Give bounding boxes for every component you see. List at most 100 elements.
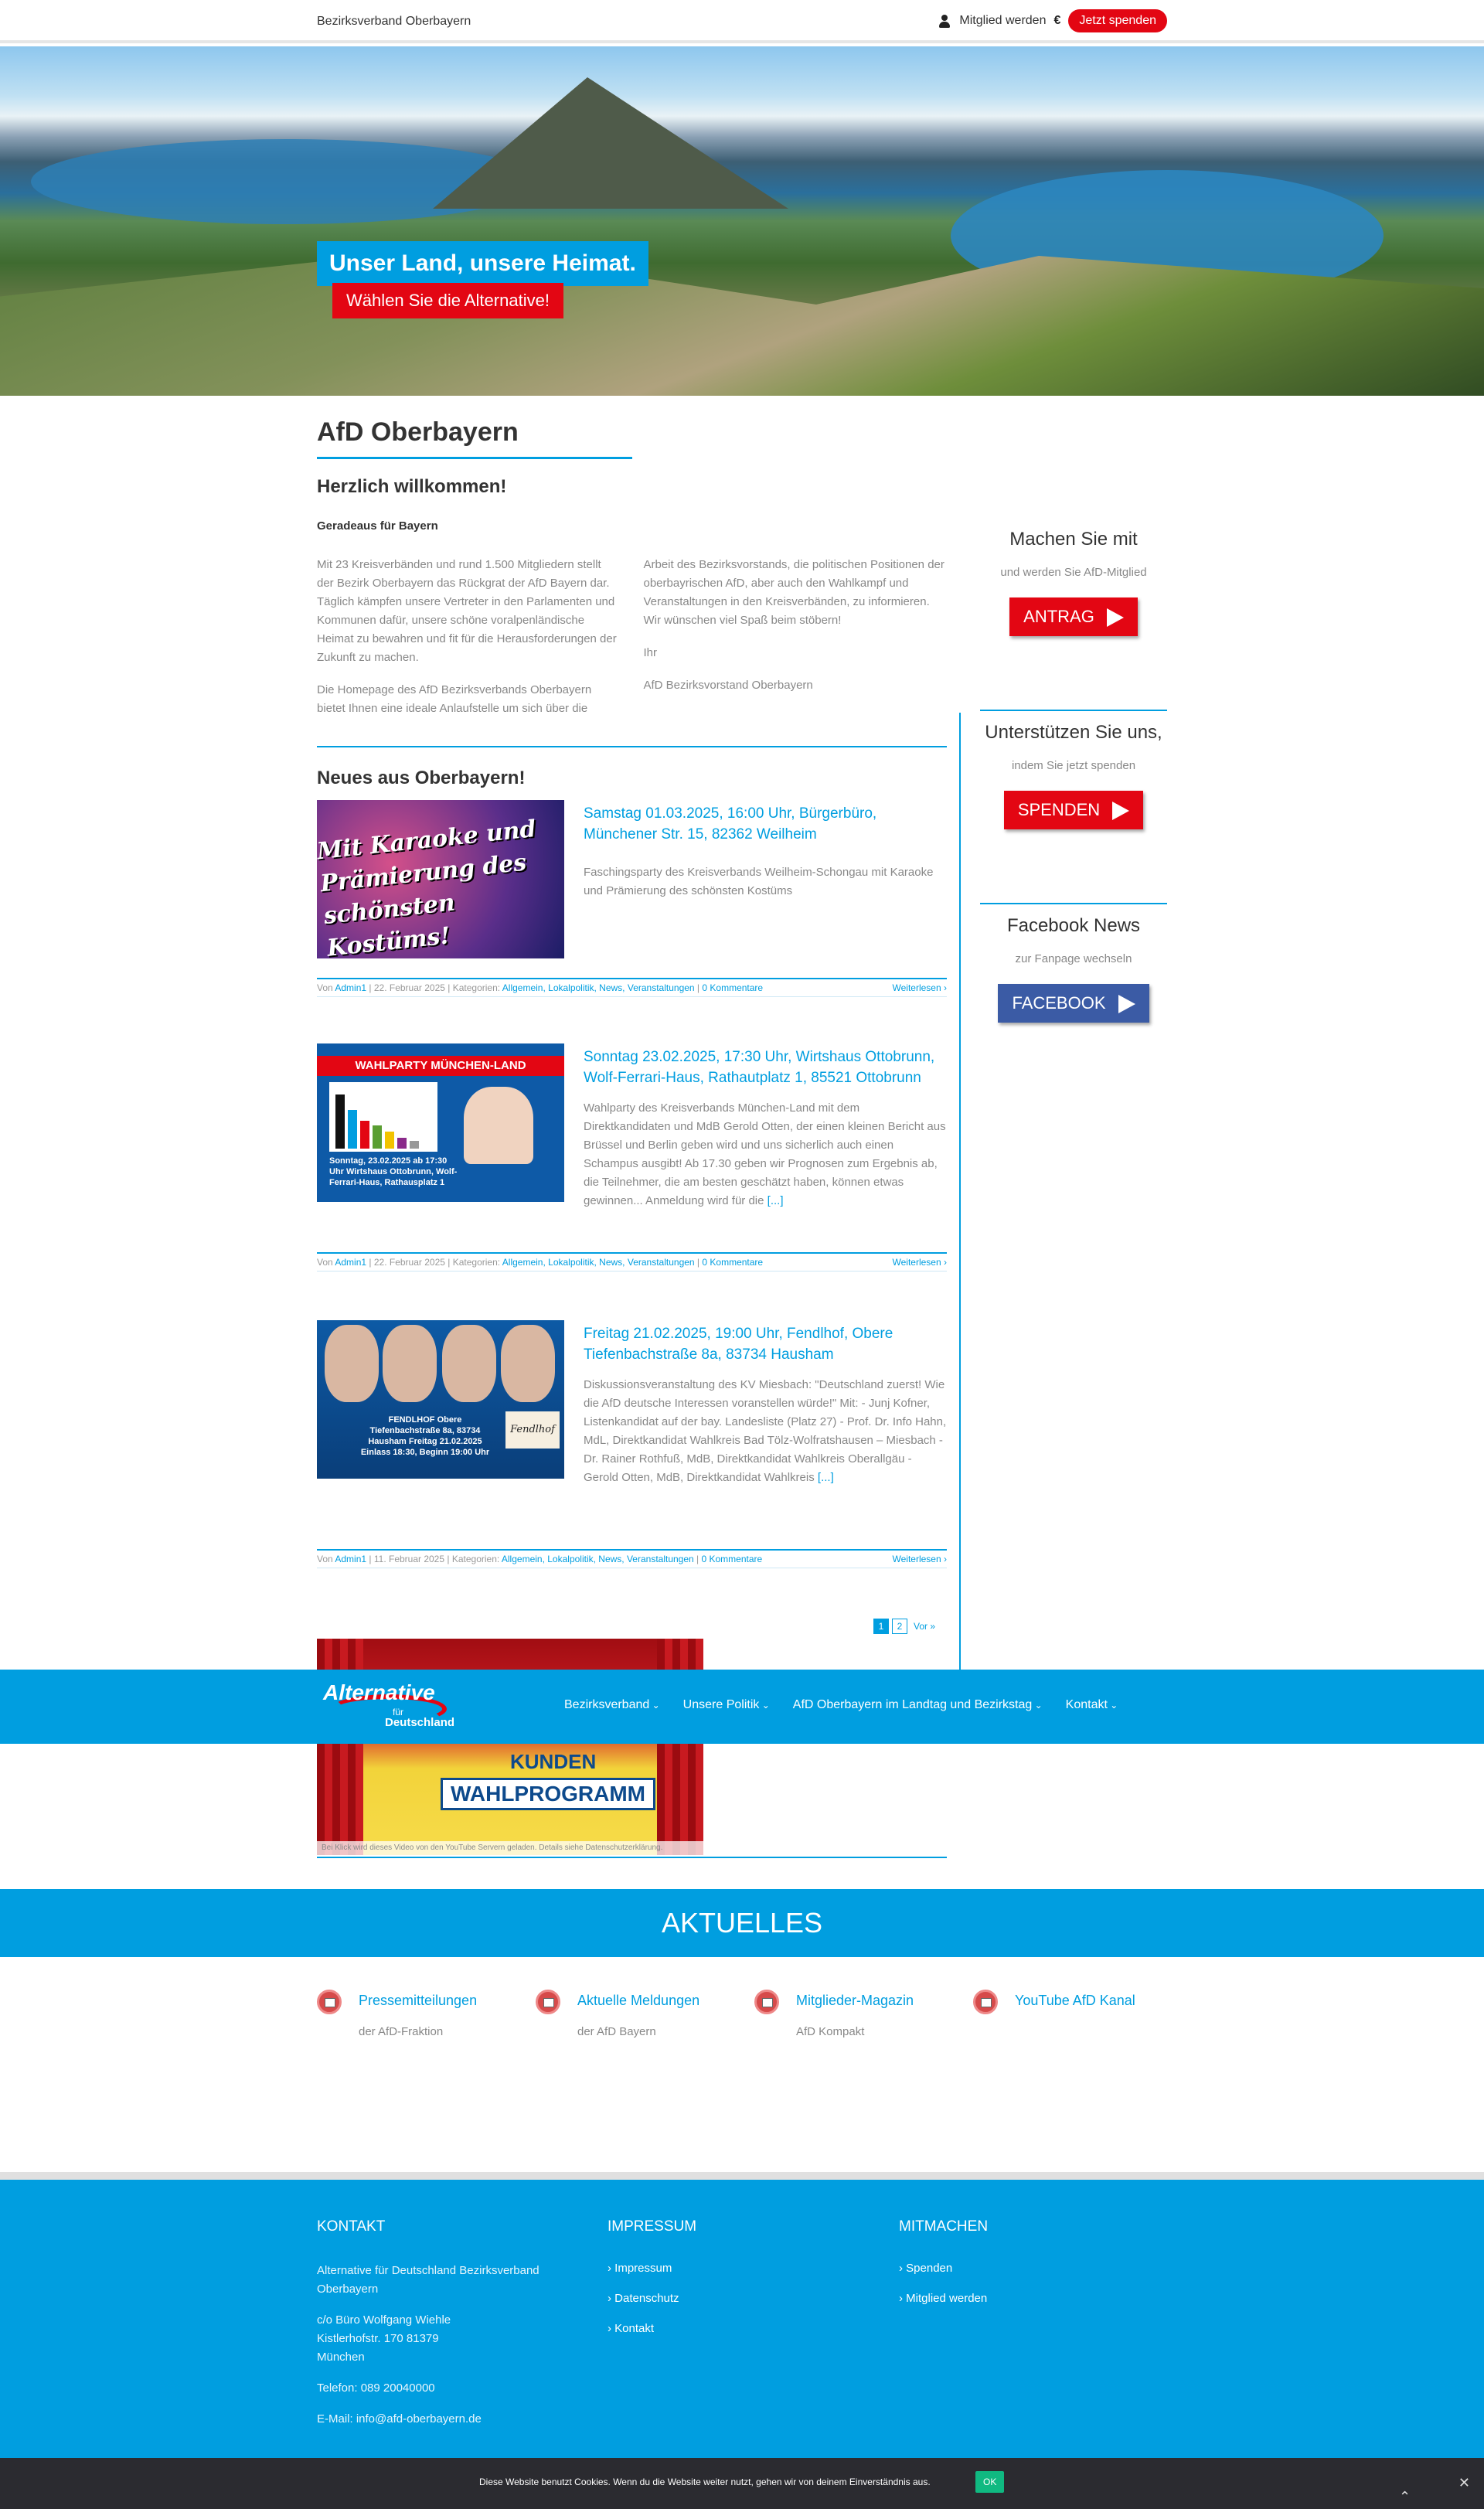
- intro-paragraph: Mit 23 Kreisverbänden und rund 1.500 Mit…: [317, 558, 617, 664]
- read-more-link[interactable]: Weiterlesen ›: [893, 982, 947, 993]
- post-thumbnail[interactable]: Mit Karaoke und Prämierung des schönsten…: [317, 800, 564, 958]
- intro-paragraph: Ihr: [643, 646, 658, 659]
- aktuelles-item[interactable]: Pressemitteilungen der AfD-Fraktion: [317, 1990, 536, 2044]
- footer-phone[interactable]: Telefon: 089 20040000: [317, 2379, 549, 2398]
- aktuelles-subtitle: der AfD-Fraktion: [359, 2025, 444, 2038]
- user-icon[interactable]: [938, 14, 951, 28]
- nav-item-politik[interactable]: Unsere Politik: [683, 1698, 770, 1712]
- intro-col-left: Mit 23 Kreisverbänden und rund 1.500 Mit…: [317, 556, 621, 732]
- thumbnail-chart: [329, 1082, 437, 1152]
- comments-link[interactable]: 0 Kommentare: [702, 1554, 763, 1564]
- donate-button[interactable]: Jetzt spenden: [1068, 9, 1167, 32]
- footer-kontakt: KONTAKT Alternative für Deutschland Bezi…: [317, 2218, 549, 2441]
- site-name[interactable]: Bezirksverband Oberbayern: [317, 15, 471, 29]
- comments-link[interactable]: 0 Kommentare: [702, 1257, 763, 1268]
- arrow-right-icon: [1112, 802, 1130, 821]
- aktuelles-title[interactable]: YouTube AfD Kanal: [1015, 1993, 1135, 2009]
- newspaper-icon: [754, 1990, 779, 2014]
- chart-bar: [397, 1138, 407, 1149]
- post-title[interactable]: Freitag 21.02.2025, 19:00 Uhr, Fendlhof,…: [584, 1323, 947, 1365]
- next-page-link[interactable]: Vor »: [910, 1619, 935, 1634]
- footer-link-datenschutz[interactable]: Datenschutz: [608, 2292, 696, 2305]
- widget-title: Unterstützen Sie uns,: [985, 722, 1162, 743]
- thumbnail-portrait: [501, 1325, 555, 1402]
- thumbnail-info: Sonntag, 23.02.2025 ab 17:30 Uhr Wirtsha…: [329, 1156, 458, 1187]
- aktuelles-item[interactable]: Mitglieder-Magazin AfD Kompakt: [754, 1990, 973, 2044]
- intro-paragraph: Die Homepage des AfD Bezirksverbands Obe…: [317, 683, 592, 715]
- nav-item-bezirksverband[interactable]: Bezirksverband: [564, 1698, 660, 1712]
- meta-categories-label: Kategorien:: [452, 1257, 501, 1268]
- main-navigation: Alternative für Deutschland Bezirksverba…: [0, 1670, 1484, 1744]
- thumbnail-logo: Fendlhof: [505, 1411, 560, 1449]
- footer-link-mitglied[interactable]: Mitglied werden: [899, 2292, 988, 2305]
- aktuelles-subtitle: der AfD Bayern: [577, 2025, 656, 2038]
- logo-text: Alternative: [323, 1680, 435, 1704]
- application-button[interactable]: ANTRAG: [1009, 597, 1138, 637]
- footer-impressum: IMPRESSUM Impressum Datenschutz Kontakt: [608, 2218, 696, 2352]
- newspaper-icon: [317, 1990, 342, 2014]
- footer: KONTAKT Alternative für Deutschland Bezi…: [0, 2172, 1484, 2458]
- welcome-heading: Herzlich willkommen!: [317, 476, 507, 497]
- aktuelles-title[interactable]: Mitglieder-Magazin: [796, 1993, 914, 2009]
- author-link[interactable]: Admin1: [335, 1257, 366, 1268]
- aktuelles-item[interactable]: YouTube AfD Kanal: [973, 1990, 1192, 2044]
- footer-heading: KONTAKT: [317, 2218, 386, 2235]
- footer-link-kontakt[interactable]: Kontakt: [608, 2322, 696, 2335]
- cookie-ok-button[interactable]: OK: [975, 2471, 1005, 2493]
- aktuelles-item[interactable]: Aktuelle Meldungen der AfD Bayern: [536, 1990, 754, 2044]
- donate-widget-button[interactable]: SPENDEN: [1003, 791, 1144, 830]
- page-1-link[interactable]: 1: [873, 1619, 889, 1634]
- footer-org: Alternative für Deutschland Bezirksverba…: [317, 2264, 539, 2296]
- chart-bar: [410, 1141, 419, 1149]
- news-heading: Neues aus Oberbayern!: [317, 768, 526, 788]
- widget-facebook: Facebook News zur Fanpage wechseln FACEB…: [980, 915, 1167, 1098]
- aktuelles-title[interactable]: Pressemitteilungen: [359, 1993, 477, 2009]
- post-date: 11. Februar 2025: [373, 1554, 445, 1564]
- intro-col-right: Arbeit des Bezirksvorstands, die politis…: [644, 556, 948, 732]
- meta-by: Von: [317, 982, 333, 993]
- hero-cta[interactable]: Wählen Sie die Alternative!: [332, 283, 563, 318]
- sidebar: Machen Sie mit und werden Sie AfD-Mitgli…: [980, 518, 1167, 1098]
- nav-menu: Bezirksverband Unsere Politik AfD Oberba…: [564, 1698, 1118, 1712]
- chart-bar: [385, 1132, 394, 1149]
- nav-item-kontakt[interactable]: Kontakt: [1066, 1698, 1118, 1712]
- close-icon[interactable]: ✕: [1458, 2475, 1470, 2491]
- author-link[interactable]: Admin1: [335, 1554, 366, 1564]
- afd-logo[interactable]: Alternative für Deutschland: [323, 1679, 478, 1733]
- author-link[interactable]: Admin1: [335, 982, 366, 993]
- post-date: 22. Februar 2025: [373, 982, 445, 993]
- page-2-link[interactable]: 2: [892, 1619, 907, 1634]
- widget-subtitle: und werden Sie AfD-Mitglied: [1000, 566, 1147, 579]
- post-title[interactable]: Sonntag 23.02.2025, 17:30 Uhr, Wirtshaus…: [584, 1047, 947, 1088]
- arrow-right-icon: [1118, 995, 1135, 1014]
- facebook-button[interactable]: FACEBOOK: [998, 984, 1149, 1023]
- footer-mitmachen: MITMACHEN Spenden Mitglied werden: [899, 2218, 988, 2322]
- video-privacy-notice[interactable]: Bei Klick wird dieses Video von den YouT…: [317, 1841, 703, 1855]
- chart-bar: [335, 1094, 345, 1149]
- scroll-up-icon[interactable]: ⌃: [1399, 2489, 1411, 2505]
- excerpt-more-link[interactable]: [...]: [768, 1194, 784, 1207]
- euro-icon[interactable]: €: [1053, 14, 1060, 28]
- category-links[interactable]: Allgemein, Lokalpolitik, News, Veranstal…: [502, 1257, 695, 1268]
- widget-donate: Unterstützen Sie uns, indem Sie jetzt sp…: [980, 722, 1167, 904]
- category-links[interactable]: Allgemein, Lokalpolitik, News, Veranstal…: [502, 1554, 694, 1564]
- comments-link[interactable]: 0 Kommentare: [702, 982, 763, 993]
- footer-link-impressum[interactable]: Impressum: [608, 2262, 696, 2275]
- aktuelles-title[interactable]: Aktuelle Meldungen: [577, 1993, 699, 2009]
- intro-subtitle: Geradeaus für Bayern: [317, 519, 438, 533]
- post-thumbnail[interactable]: FENDLHOF Obere Tiefenbachstraße 8a, 8373…: [317, 1320, 564, 1479]
- post-title[interactable]: Samstag 01.03.2025, 16:00 Uhr, Bürgerbür…: [584, 803, 947, 845]
- pagination: 1 2 Vor »: [873, 1619, 935, 1634]
- post-thumbnail[interactable]: WAHLPARTY MÜNCHEN-LAND Sonntag, 23.02.20…: [317, 1043, 564, 1202]
- footer-link-spenden[interactable]: Spenden: [899, 2262, 988, 2275]
- read-more-link[interactable]: Weiterlesen ›: [893, 1257, 947, 1268]
- nav-item-landtag[interactable]: AfD Oberbayern im Landtag und Bezirkstag: [793, 1698, 1043, 1712]
- category-links[interactable]: Allgemein, Lokalpolitik, News, Veranstal…: [502, 982, 695, 993]
- footer-email[interactable]: E-Mail: info@afd-oberbayern.de: [317, 2410, 549, 2429]
- member-link[interactable]: Mitglied werden: [959, 14, 1046, 28]
- excerpt-text: Diskussionsveranstaltung des KV Miesbach…: [584, 1378, 947, 1484]
- read-more-link[interactable]: Weiterlesen ›: [893, 1554, 947, 1564]
- newspaper-icon: [536, 1990, 560, 2014]
- excerpt-more-link[interactable]: [...]: [818, 1471, 834, 1484]
- post-excerpt: Wahlparty des Kreisverbands München-Land…: [584, 1099, 947, 1210]
